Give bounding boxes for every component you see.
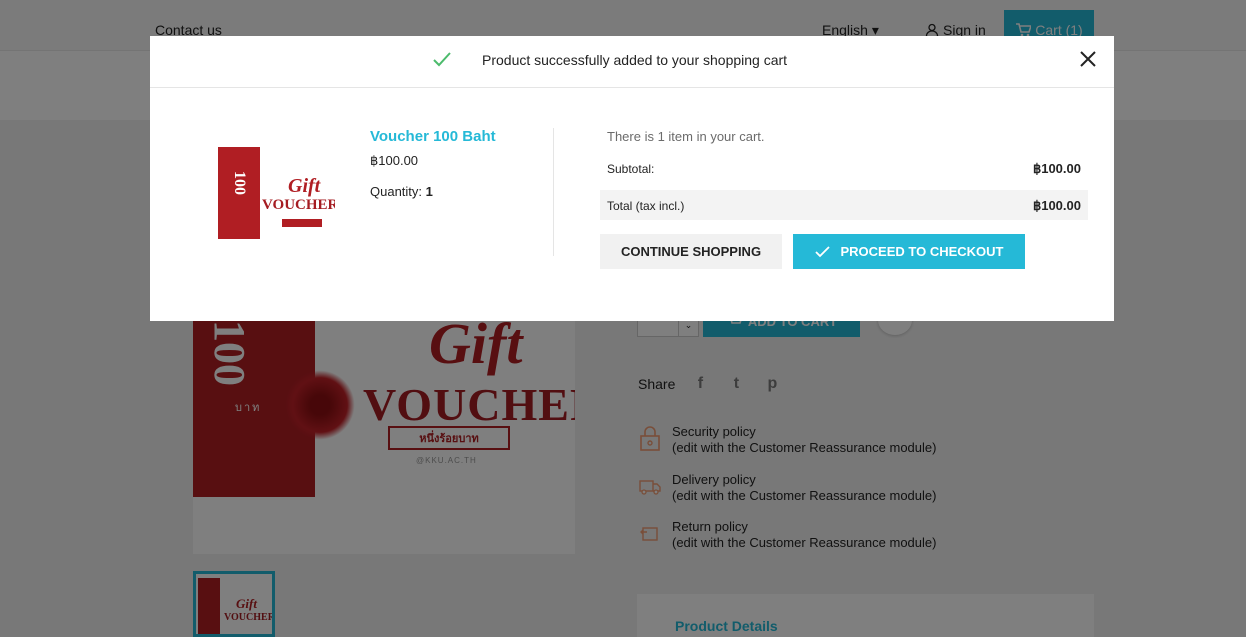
subtotal-value: ฿100.00 [1032,161,1081,176]
add-to-cart-modal: Product successfully added to your shopp… [150,36,1114,321]
total-label: Total (tax incl.) [607,199,685,213]
product-quantity: Quantity: 1 [370,184,433,199]
total-row: Total (tax incl.) ฿100.00 [600,190,1088,220]
checkout-label: PROCEED TO CHECKOUT [840,244,1004,259]
check-icon [433,52,451,67]
subtotal-label: Subtotal: [607,162,655,176]
quantity-value: 1 [425,184,433,199]
continue-shopping-button[interactable]: CONTINUE SHOPPING [600,234,782,269]
cart-count-text: There is 1 item in your cart. [607,129,765,144]
subtotal-row: Subtotal: ฿100.00 [600,153,1088,183]
close-icon[interactable] [1076,47,1100,71]
thumb-value-text: 100 [231,171,248,195]
product-name: Voucher 100 Baht [370,128,496,145]
thumb-voucher-text: VOUCHER [262,197,335,213]
check-icon [814,245,830,257]
modal-header: Product successfully added to your shopp… [150,36,1114,88]
thumb-amount-bar [282,219,322,227]
thumb-gift-text: Gift [288,175,321,197]
column-divider [553,128,554,256]
total-value: ฿100.00 [1032,198,1081,213]
success-message: Product successfully added to your shopp… [482,52,788,68]
quantity-label: Quantity: [370,184,423,199]
proceed-to-checkout-button[interactable]: PROCEED TO CHECKOUT [793,234,1025,269]
modal-product-image: 100 Gift VOUCHER [218,147,335,239]
product-price: ฿100.00 [370,153,419,168]
